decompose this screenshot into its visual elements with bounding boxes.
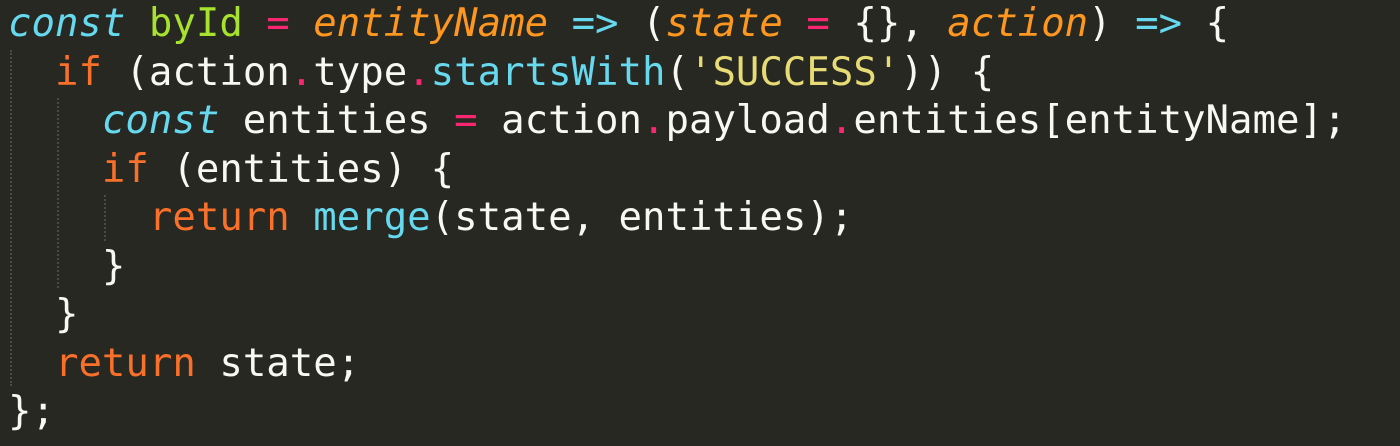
code-token: byId — [148, 1, 243, 46]
code-token: = — [266, 1, 290, 46]
code-line[interactable]: if (action.type.startsWith('SUCCESS')) { — [8, 49, 1346, 98]
code-token: if — [54, 49, 102, 95]
code-line[interactable]: const byId = entityName => (state = {}, … — [8, 0, 1346, 49]
code-line[interactable]: }; — [8, 388, 1346, 437]
code-token: type — [313, 49, 408, 95]
code-line[interactable]: return merge(state, entities); — [8, 194, 1346, 243]
code-token: if — [101, 146, 149, 192]
code-token: payload — [665, 98, 830, 143]
code-token: => — [1135, 1, 1183, 46]
code-token: entityName — [313, 1, 549, 46]
code-line[interactable]: } — [8, 291, 1346, 340]
code-line[interactable]: const entities = action.payload.entities… — [8, 97, 1347, 146]
code-token: = — [454, 98, 478, 143]
code-token: const — [101, 98, 220, 143]
code-token: . — [642, 98, 666, 143]
code-token: ) — [1088, 1, 1136, 46]
code-line[interactable]: if (entities) { — [8, 146, 1346, 195]
code-token: { — [1182, 1, 1230, 46]
code-area[interactable]: const byId = entityName => (state = {}, … — [8, 0, 1346, 437]
code-token: }; — [8, 389, 55, 434]
code-token: const — [8, 1, 126, 46]
code-token: (state, entities); — [430, 195, 854, 240]
code-token: } — [8, 243, 126, 289]
code-token: return — [148, 195, 290, 240]
code-token: => — [571, 1, 619, 46]
code-token: )) { — [900, 49, 995, 95]
code-token: ( — [618, 1, 666, 46]
code-line[interactable]: } — [8, 243, 1346, 292]
code-token: (action — [101, 49, 290, 95]
code-token: } — [8, 292, 79, 337]
code-token: startsWith — [430, 49, 666, 95]
code-token: state; — [195, 340, 361, 386]
code-token: = — [806, 1, 830, 46]
code-token: 'SUCCESS' — [688, 49, 901, 95]
code-token: ( — [665, 49, 689, 95]
code-token: merge — [313, 195, 431, 240]
code-token: (entities) { — [148, 146, 455, 192]
code-token: entities — [219, 98, 455, 143]
code-token: {}, — [829, 1, 948, 46]
code-token: entities[entityName]; — [853, 98, 1347, 143]
code-token: . — [829, 98, 854, 143]
code-token: return — [54, 340, 196, 386]
code-editor[interactable]: const byId = entityName => (state = {}, … — [0, 0, 1400, 446]
code-token: state — [665, 1, 783, 46]
code-token: . — [289, 49, 314, 95]
code-token: action — [477, 98, 642, 143]
code-line[interactable]: return state; — [8, 340, 1346, 389]
code-token: action — [947, 1, 1089, 46]
code-token: . — [407, 49, 431, 95]
